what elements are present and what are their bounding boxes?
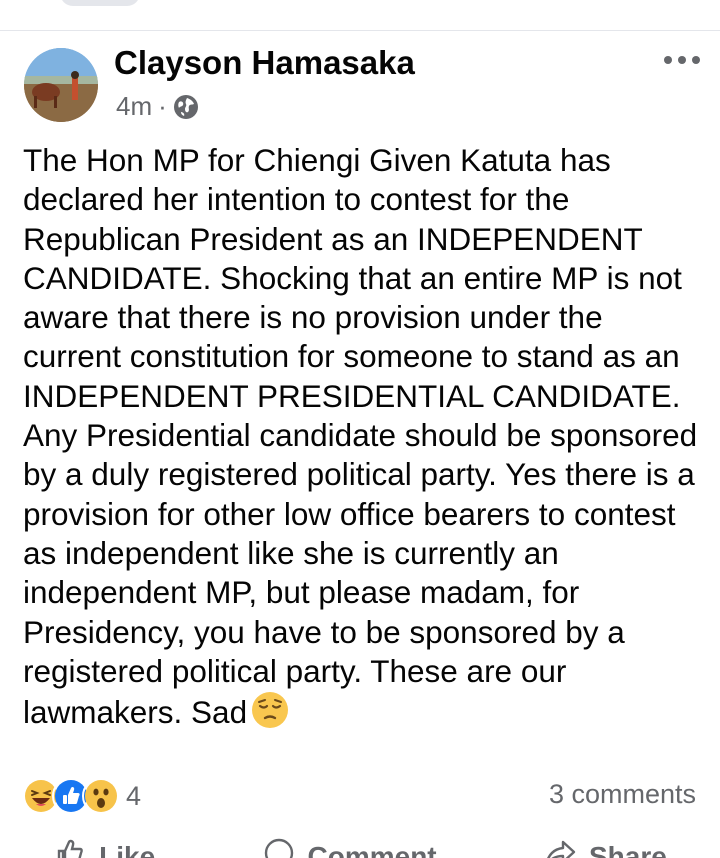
post-time[interactable]: 4m [116,91,152,122]
post-body: The Hon MP for Chiengi Given Katuta has … [23,142,698,731]
post-text: The Hon MP for Chiengi Given Katuta has … [23,141,703,732]
like-label: Like [99,840,156,858]
action-bar: Like Comment Share [0,836,720,858]
reaction-count: 4 [126,780,142,811]
divider [0,30,720,31]
share-button[interactable]: Share [543,836,667,858]
comment-icon [262,836,296,858]
meta-separator: · [158,91,167,121]
facebook-post: Clayson Hamasaka 4m · The Hon MP for Chi… [0,0,720,858]
globe-icon [173,94,199,120]
previous-element-pill [60,0,140,6]
pensive-face-emoji [251,691,289,729]
post-meta: 4m · [116,91,199,122]
comment-button[interactable]: Comment [262,836,437,858]
comment-label: Comment [307,840,437,858]
like-button[interactable]: Like [53,836,155,858]
share-label: Share [588,840,667,858]
more-options-icon[interactable] [664,50,700,70]
author-name[interactable]: Clayson Hamasaka [114,44,415,82]
thumbs-up-icon [53,836,87,858]
avatar[interactable] [24,48,98,122]
wow-reaction-icon [82,777,120,815]
reactions-summary[interactable]: 4 [22,777,141,815]
comments-count-link[interactable]: 3 comments [549,779,696,810]
share-icon [543,836,577,858]
